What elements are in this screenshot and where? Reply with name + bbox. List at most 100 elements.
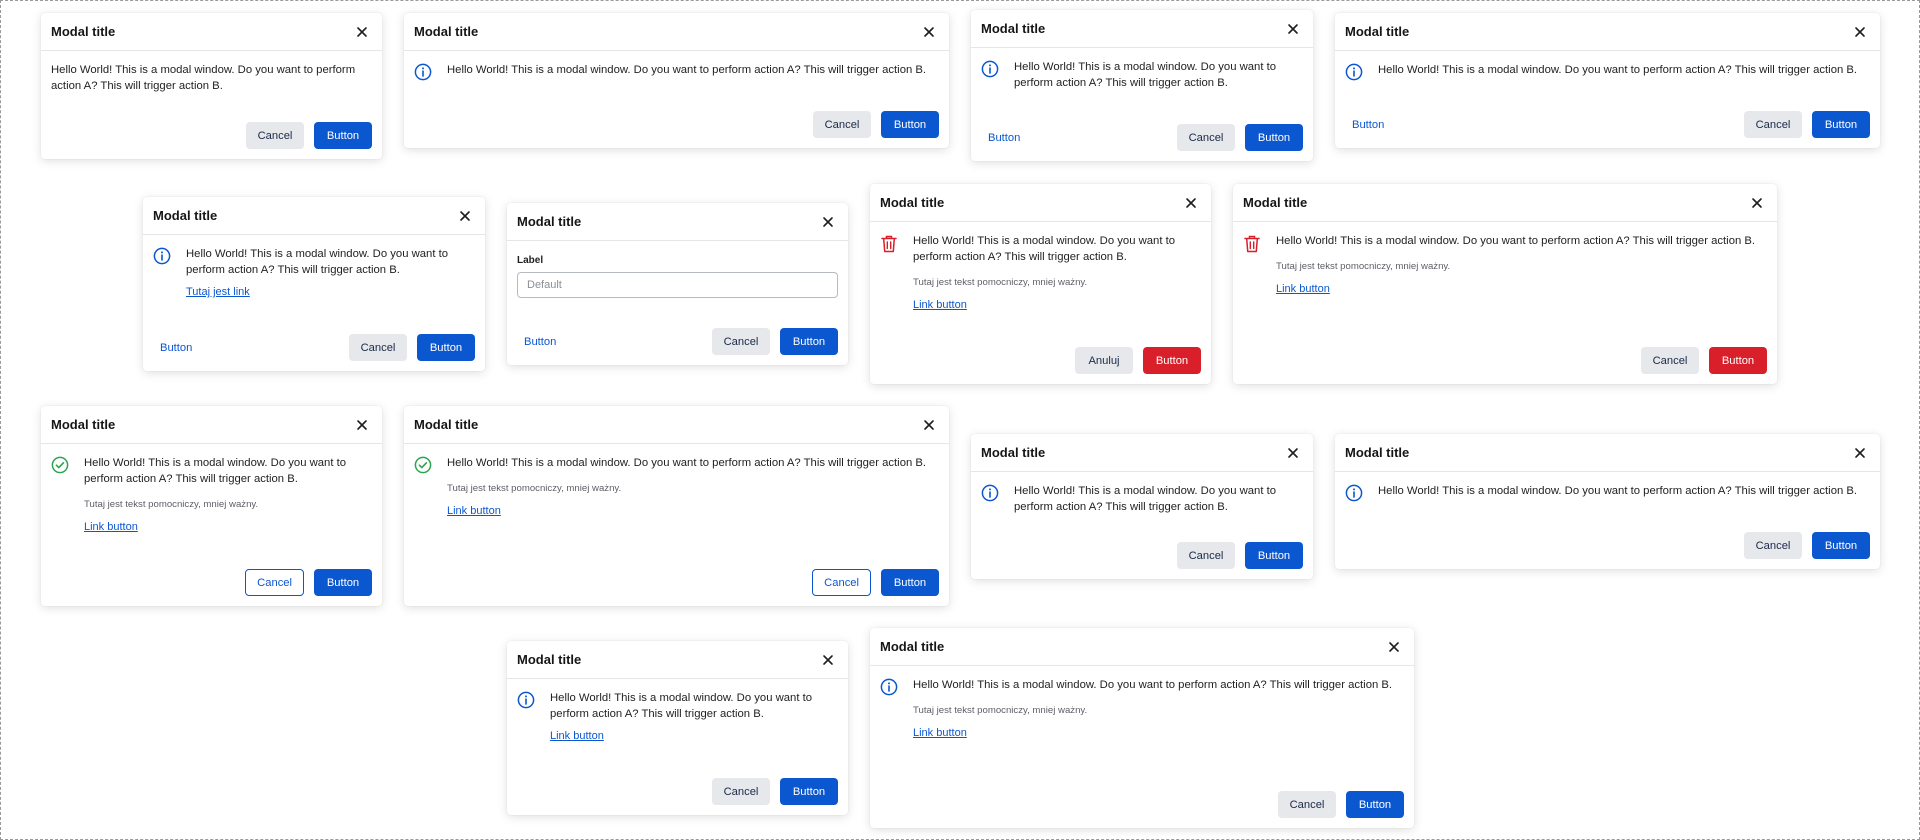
modal-title: Modal title <box>517 214 582 229</box>
info-icon <box>880 678 898 696</box>
link-button[interactable]: Link button <box>913 299 967 311</box>
danger-button[interactable]: Button <box>1143 347 1201 374</box>
modal-dialog: Modal title Hello World! This is a modal… <box>971 10 1313 161</box>
cancel-button[interactable]: Cancel <box>813 111 871 138</box>
helper-text: Tutaj jest tekst pomocniczy, mniej ważny… <box>913 705 1088 716</box>
close-icon[interactable] <box>1283 443 1303 463</box>
modal-title: Modal title <box>981 21 1046 36</box>
link-button[interactable]: Link button <box>913 727 967 739</box>
info-icon <box>153 247 171 265</box>
primary-button[interactable]: Button <box>1812 532 1870 559</box>
cancel-button[interactable]: Cancel <box>245 569 304 596</box>
modal-dialog: Modal title Label Button Cancel Button <box>507 203 848 365</box>
modal-dialog: Modal title Hello World! This is a modal… <box>507 641 848 815</box>
close-icon[interactable] <box>919 22 939 42</box>
close-icon[interactable] <box>818 212 838 232</box>
modal-title: Modal title <box>414 417 479 432</box>
modal-dialog: Modal title Hello World! This is a modal… <box>971 434 1313 579</box>
close-icon[interactable] <box>455 206 475 226</box>
modal-header: Modal title <box>1335 434 1880 472</box>
modal-header: Modal title <box>870 184 1211 222</box>
modal-title: Modal title <box>981 445 1046 460</box>
modal-header: Modal title <box>143 197 485 235</box>
text-button[interactable]: Button <box>981 124 1027 151</box>
text-button[interactable]: Button <box>1345 111 1391 138</box>
info-icon <box>1345 484 1363 502</box>
cancel-button[interactable]: Cancel <box>1177 124 1235 151</box>
cancel-button[interactable]: Cancel <box>1177 542 1235 569</box>
link-button[interactable]: Link button <box>447 505 501 517</box>
link-button[interactable]: Link button <box>84 521 138 533</box>
close-icon[interactable] <box>1181 193 1201 213</box>
modal-header: Modal title <box>507 641 848 679</box>
modal-title: Modal title <box>414 24 479 39</box>
primary-button[interactable]: Button <box>780 328 838 355</box>
modal-header: Modal title <box>971 434 1313 472</box>
cancel-button[interactable]: Cancel <box>246 122 304 149</box>
info-icon <box>1345 63 1363 81</box>
modal-message: Hello World! This is a modal window. Do … <box>1378 485 1858 497</box>
modal-header: Modal title <box>507 203 848 241</box>
primary-button[interactable]: Button <box>780 778 838 805</box>
cancel-button[interactable]: Cancel <box>1744 532 1802 559</box>
modal-title: Modal title <box>1243 195 1308 210</box>
info-icon <box>981 60 999 78</box>
cancel-button[interactable]: Cancel <box>812 569 871 596</box>
modal-dialog: Modal title Hello World! This is a modal… <box>1335 13 1880 148</box>
cancel-button[interactable]: Cancel <box>1278 791 1336 818</box>
modal-title: Modal title <box>153 208 218 223</box>
primary-button[interactable]: Button <box>314 569 372 596</box>
close-icon[interactable] <box>352 22 372 42</box>
modal-header: Modal title <box>1233 184 1777 222</box>
modal-dialog: Modal title Hello World! This is a modal… <box>41 406 382 606</box>
close-icon[interactable] <box>818 650 838 670</box>
modal-dialog: Modal title Hello World! This is a modal… <box>404 406 949 606</box>
cancel-button[interactable]: Cancel <box>349 334 407 361</box>
cancel-button[interactable]: Cancel <box>712 778 770 805</box>
modal-message: Hello World! This is a modal window. Do … <box>51 64 356 92</box>
inline-link[interactable]: Tutaj jest link <box>186 286 250 298</box>
modal-message: Hello World! This is a modal window. Do … <box>1014 61 1277 89</box>
primary-button[interactable]: Button <box>1245 542 1303 569</box>
primary-button[interactable]: Button <box>1812 111 1870 138</box>
text-button[interactable]: Button <box>517 328 563 355</box>
modal-dialog: Modal title Hello World! This is a modal… <box>1233 184 1777 384</box>
cancel-button[interactable]: Cancel <box>712 328 770 355</box>
modal-header: Modal title <box>1335 13 1880 51</box>
modal-title: Modal title <box>880 639 945 654</box>
modal-title: Modal title <box>51 417 116 432</box>
close-icon[interactable] <box>1747 193 1767 213</box>
modal-dialog: Modal title Hello World! This is a modal… <box>41 13 382 159</box>
close-icon[interactable] <box>1283 19 1303 39</box>
modal-title: Modal title <box>1345 24 1410 39</box>
modal-header: Modal title <box>41 406 382 444</box>
close-icon[interactable] <box>1850 443 1870 463</box>
close-icon[interactable] <box>352 415 372 435</box>
primary-button[interactable]: Button <box>881 569 939 596</box>
modal-dialog: Modal title Hello World! This is a modal… <box>404 13 949 148</box>
link-button[interactable]: Link button <box>550 730 604 742</box>
close-icon[interactable] <box>919 415 939 435</box>
modal-message: Hello World! This is a modal window. Do … <box>447 64 927 76</box>
danger-button[interactable]: Button <box>1709 347 1767 374</box>
cancel-button[interactable]: Cancel <box>1744 111 1802 138</box>
close-icon[interactable] <box>1384 637 1404 657</box>
primary-button[interactable]: Button <box>1245 124 1303 151</box>
primary-button[interactable]: Button <box>314 122 372 149</box>
primary-button[interactable]: Button <box>881 111 939 138</box>
cancel-button[interactable]: Cancel <box>1641 347 1699 374</box>
primary-button[interactable]: Button <box>1346 791 1404 818</box>
modal-header: Modal title <box>404 13 949 51</box>
link-button[interactable]: Link button <box>1276 283 1330 295</box>
modal-message: Hello World! This is a modal window. Do … <box>1378 64 1858 76</box>
text-field[interactable] <box>517 272 838 298</box>
check-circle-icon <box>414 456 432 474</box>
modal-message: Hello World! This is a modal window. Do … <box>447 457 927 469</box>
close-icon[interactable] <box>1850 22 1870 42</box>
cancel-button[interactable]: Anuluj <box>1075 347 1133 374</box>
primary-button[interactable]: Button <box>417 334 475 361</box>
text-button[interactable]: Button <box>153 334 199 361</box>
modal-message: Hello World! This is a modal window. Do … <box>84 457 347 485</box>
modal-message: Hello World! This is a modal window. Do … <box>913 679 1393 691</box>
info-icon <box>414 63 432 81</box>
